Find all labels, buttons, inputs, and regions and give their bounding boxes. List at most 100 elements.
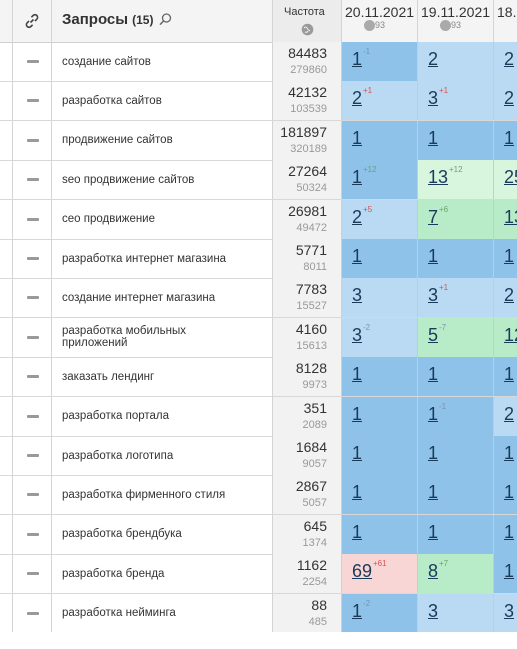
position-link[interactable]: 25	[504, 167, 517, 188]
position-link[interactable]: 3	[352, 285, 362, 306]
position-link[interactable]: 1	[352, 128, 362, 149]
position-link[interactable]: 1	[504, 561, 514, 582]
position-cell[interactable]: 1	[418, 436, 494, 475]
position-cell[interactable]: 1	[494, 514, 517, 554]
table-row[interactable]: разработка логотипа 1684 9057 1 1 1	[0, 436, 517, 476]
position-cell[interactable]: 69 +61	[342, 554, 418, 594]
query-cell[interactable]: заказать лендинг	[52, 357, 273, 397]
row-toggle[interactable]	[12, 554, 52, 594]
row-toggle[interactable]	[12, 357, 52, 397]
row-toggle[interactable]	[12, 81, 52, 121]
row-toggle[interactable]	[12, 199, 52, 239]
position-link[interactable]: 1	[504, 522, 514, 543]
position-cell[interactable]: 12	[494, 317, 517, 357]
position-link[interactable]: 12	[504, 325, 517, 346]
position-cell[interactable]: 1	[342, 436, 418, 475]
position-cell[interactable]: 1 -2	[342, 593, 418, 633]
position-cell[interactable]: 1	[494, 239, 517, 278]
query-cell[interactable]: разработка бренда	[52, 554, 273, 594]
table-row[interactable]: разработка сайтов 42132 103539 2 +1 3 +1 2	[0, 81, 517, 122]
query-cell[interactable]: создание сайтов	[52, 42, 273, 81]
position-link[interactable]: 1	[352, 246, 362, 267]
position-link[interactable]: 3	[428, 88, 438, 109]
position-link[interactable]: 2	[352, 88, 362, 109]
position-cell[interactable]: 2 +1	[342, 81, 418, 121]
position-cell[interactable]: 13	[494, 199, 517, 239]
query-cell[interactable]: разработка фирменного стиля	[52, 475, 273, 515]
table-row[interactable]: разработка портала 351 2089 1 1 -1 2	[0, 396, 517, 437]
position-link[interactable]: 3	[504, 601, 514, 622]
query-cell[interactable]: сео продвижение	[52, 199, 273, 239]
row-toggle[interactable]	[12, 278, 52, 318]
query-cell[interactable]: разработка логотипа	[52, 436, 273, 475]
row-toggle[interactable]	[12, 475, 52, 515]
position-link[interactable]: 1	[504, 482, 514, 503]
position-link[interactable]: 1	[352, 522, 362, 543]
position-link[interactable]: 1	[428, 443, 438, 464]
position-link[interactable]: 1	[352, 364, 362, 385]
position-cell[interactable]: 1	[418, 120, 494, 160]
position-cell[interactable]: 7 +6	[418, 199, 494, 239]
position-cell[interactable]: 1	[342, 239, 418, 278]
position-cell[interactable]: 3 +1	[418, 278, 494, 318]
position-link[interactable]: 1	[352, 167, 362, 188]
position-cell[interactable]: 2	[494, 396, 517, 436]
position-cell[interactable]: 1	[494, 475, 517, 515]
query-cell[interactable]: создание интернет магазина	[52, 278, 273, 318]
position-cell[interactable]: 1 -1	[418, 396, 494, 436]
position-cell[interactable]: 1	[342, 475, 418, 515]
position-cell[interactable]: 1	[342, 396, 418, 436]
link-column-header[interactable]	[12, 0, 52, 42]
position-link[interactable]: 3	[428, 601, 438, 622]
position-cell[interactable]: 8 +7	[418, 554, 494, 594]
position-link[interactable]: 5	[428, 325, 438, 346]
table-row[interactable]: продвижение сайтов 181897 320189 1 1 1	[0, 120, 517, 161]
position-link[interactable]: 3	[428, 285, 438, 306]
row-toggle[interactable]	[12, 396, 52, 436]
position-link[interactable]: 7	[428, 207, 438, 228]
queries-column-header[interactable]: Запросы (15)	[52, 0, 273, 42]
position-cell[interactable]: 2	[494, 278, 517, 318]
position-cell[interactable]: 1	[418, 239, 494, 278]
position-link[interactable]: 1	[428, 522, 438, 543]
table-row[interactable]: seo продвижение сайтов 27264 50324 1 +12 13 +1…	[0, 160, 517, 201]
query-cell[interactable]: разработка брендбука	[52, 514, 273, 554]
position-cell[interactable]: 1	[342, 357, 418, 397]
query-cell[interactable]: разработка интернет магазина	[52, 239, 273, 278]
position-cell[interactable]: 2	[494, 81, 517, 121]
position-cell[interactable]: 1 +12	[342, 160, 418, 200]
position-cell[interactable]: 3 -2	[342, 317, 418, 357]
position-cell[interactable]: 3 +1	[418, 81, 494, 121]
query-cell[interactable]: разработка нейминга	[52, 593, 273, 633]
position-link[interactable]: 1	[352, 443, 362, 464]
position-cell[interactable]: 1	[342, 120, 418, 160]
position-link[interactable]: 1	[428, 246, 438, 267]
position-cell[interactable]: 13 +12	[418, 160, 494, 200]
position-cell[interactable]: 1	[418, 475, 494, 515]
position-cell[interactable]: 1	[494, 554, 517, 594]
position-link[interactable]: 13	[428, 167, 448, 188]
position-cell[interactable]: 1	[342, 514, 418, 554]
position-link[interactable]: 1	[504, 246, 514, 267]
position-link[interactable]: 69	[352, 561, 372, 582]
position-link[interactable]: 3	[352, 325, 362, 346]
table-row[interactable]: заказать лендинг 8128 9973 1 1 1	[0, 357, 517, 398]
date-column-header-1[interactable]: 20.11.2021 93	[342, 0, 418, 42]
row-toggle[interactable]	[12, 120, 52, 160]
position-cell[interactable]: 1	[494, 436, 517, 475]
table-row[interactable]: сео продвижение26981494722+57+613	[0, 199, 517, 240]
position-cell[interactable]: 3	[418, 593, 494, 633]
position-link[interactable]: 2	[352, 207, 362, 228]
date-column-header-2[interactable]: 19.11.2021 93	[418, 0, 494, 42]
position-link[interactable]: 2	[504, 404, 514, 425]
position-link[interactable]: 1	[504, 364, 514, 385]
table-row[interactable]: разработка мобильных приложений 4160 15613…	[0, 317, 517, 358]
query-cell[interactable]: seo продвижение сайтов	[52, 160, 273, 200]
position-link[interactable]: 8	[428, 561, 438, 582]
position-cell[interactable]: 5 -7	[418, 317, 494, 357]
position-link[interactable]: 1	[428, 404, 438, 425]
position-link[interactable]: 13	[504, 207, 517, 228]
position-cell[interactable]: 25	[494, 160, 517, 200]
query-cell[interactable]: разработка портала	[52, 396, 273, 436]
position-link[interactable]: 1	[352, 49, 362, 70]
